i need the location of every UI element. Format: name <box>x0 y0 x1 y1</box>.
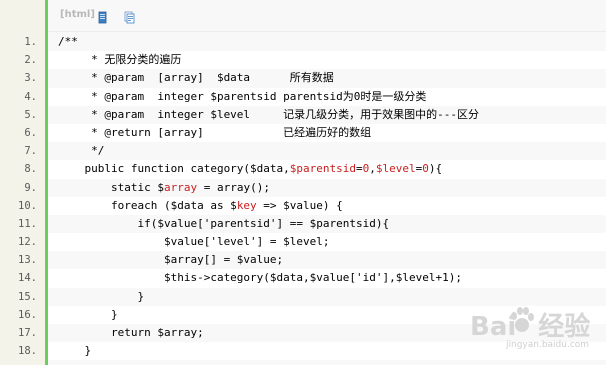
code-line: 14. $this->category($data,$value['id'],$… <box>0 269 606 288</box>
code-line: 16. } <box>0 305 606 324</box>
code-token: $parentsid <box>289 162 357 176</box>
code-line: 15. } <box>0 287 606 306</box>
code-token: $this->category($data,$value['id'],$leve… <box>58 271 462 285</box>
code-token: * @param integer $parentsid parentsid为0时… <box>58 89 427 103</box>
code-text: if($value['parentsid'] == $parentsid){ <box>48 214 606 234</box>
view-source-icon[interactable] <box>96 9 109 24</box>
code-line: 11. if($value['parentsid'] == $parentsid… <box>0 214 606 234</box>
code-token: } <box>58 289 145 303</box>
code-token: * 无限分类的遍历 <box>58 53 182 67</box>
code-line: 2. * 无限分类的遍历 <box>0 51 606 70</box>
code-text: * @param integer $level 记录几级分类，用于效果图中的--… <box>48 105 606 124</box>
line-number: 11. <box>18 217 37 230</box>
code-text: $this->category($data,$value['id'],$leve… <box>48 269 606 288</box>
line-number: 9. <box>24 181 37 194</box>
code-line: 7. */ <box>0 142 606 161</box>
code-line: 9. static $array = array(); <box>0 178 606 197</box>
line-number: 1. <box>24 36 37 48</box>
code-text: * @return [array] 已经遍历好的数组 <box>48 123 606 143</box>
code-line: 18. } <box>0 342 606 361</box>
code-token: => $value) { <box>256 198 343 212</box>
code-lines: 1./** 2. * 无限分类的遍历 3. * @param [array] $da… <box>0 33 606 361</box>
code-token: = <box>356 162 363 176</box>
code-line: 6. * @return [array] 已经遍历好的数组 <box>0 123 606 143</box>
code-text: public function category($data,$parentsi… <box>48 160 606 179</box>
code-line: 17. return $array; <box>0 324 606 343</box>
code-token: return $array; <box>58 326 204 339</box>
line-number: 5. <box>24 108 37 121</box>
line-number: 6. <box>24 126 37 139</box>
code-text: } <box>48 342 606 361</box>
line-number: 12. <box>18 236 37 249</box>
line-number: 18. <box>18 345 37 358</box>
code-token: ){ <box>428 162 443 176</box>
code-token: * @param [array] $data 所有数据 <box>58 71 334 85</box>
code-text: * @param [array] $data 所有数据 <box>48 69 606 88</box>
code-token: /** <box>58 35 78 48</box>
code-line: 1. /** <box>0 33 606 52</box>
code-line: 10. foreach ($data as $key => $value) { <box>0 196 606 215</box>
code-token: */ <box>58 144 105 158</box>
language-label: [html] <box>60 9 95 20</box>
code-text: $value['level'] = $level; <box>48 233 606 252</box>
code-token: foreach ($data as $ <box>58 198 237 212</box>
code-token: * @return [array] 已经遍历好的数组 <box>58 125 372 139</box>
code-token: key <box>236 198 257 212</box>
code-token: if($value['parentsid'] == $parentsid){ <box>58 216 390 230</box>
code-line: 8. public function category($data,$paren… <box>0 160 606 179</box>
code-toolbar: [html] <box>48 0 606 32</box>
code-line: 4. * @param integer $parentsid parentsid… <box>0 87 606 106</box>
line-number: 17. <box>18 327 37 339</box>
code-token: $value['level'] = $level; <box>58 235 330 249</box>
line-number: 16. <box>18 308 37 321</box>
code-token: } <box>58 344 92 358</box>
line-number: 8. <box>24 163 37 176</box>
code-text: * @param integer $parentsid parentsid为0时… <box>48 87 606 106</box>
line-number: 15. <box>18 290 37 303</box>
line-number: 3. <box>24 72 37 85</box>
code-text: /** <box>48 33 606 52</box>
line-number: 7. <box>24 145 37 158</box>
code-text: foreach ($data as $key => $value) { <box>48 196 606 215</box>
code-text: return $array; <box>48 324 606 343</box>
code-line: 13. $array[] = $value; <box>0 251 606 270</box>
code-line: 5. * @param integer $level 记录几级分类，用于效果图中… <box>0 105 606 124</box>
code-text: } <box>48 305 606 324</box>
code-block: [html] 1./** 2. * 无限分类的遍历 3. * @param [arr… <box>0 0 606 365</box>
code-line: 3. * @param [array] $data 所有数据 <box>0 69 606 88</box>
line-number: 14. <box>18 272 37 285</box>
code-line: 12. $value['level'] = $level; <box>0 233 606 252</box>
code-text: */ <box>48 142 606 161</box>
line-number: 4. <box>24 90 37 103</box>
line-number: 13. <box>18 254 37 267</box>
code-text: $array[] = $value; <box>48 251 606 270</box>
copy-icon[interactable] <box>123 9 136 24</box>
code-token: array <box>163 180 198 194</box>
code-text: } <box>48 287 606 306</box>
code-token: public function category($data, <box>58 162 290 176</box>
code-token: 0 <box>422 162 429 176</box>
code-token: = array(); <box>197 180 270 194</box>
code-token: $level <box>375 162 416 176</box>
code-token: , <box>369 162 376 176</box>
code-token: $array[] = $value; <box>58 253 284 267</box>
code-text: * 无限分类的遍历 <box>48 51 606 70</box>
code-text: static $array = array(); <box>48 178 606 197</box>
code-token: } <box>58 307 118 321</box>
code-token: static $ <box>58 180 164 194</box>
line-number: 10. <box>18 199 37 212</box>
code-token: * @param integer $level 记录几级分类，用于效果图中的--… <box>58 107 480 121</box>
line-number: 2. <box>24 54 37 67</box>
